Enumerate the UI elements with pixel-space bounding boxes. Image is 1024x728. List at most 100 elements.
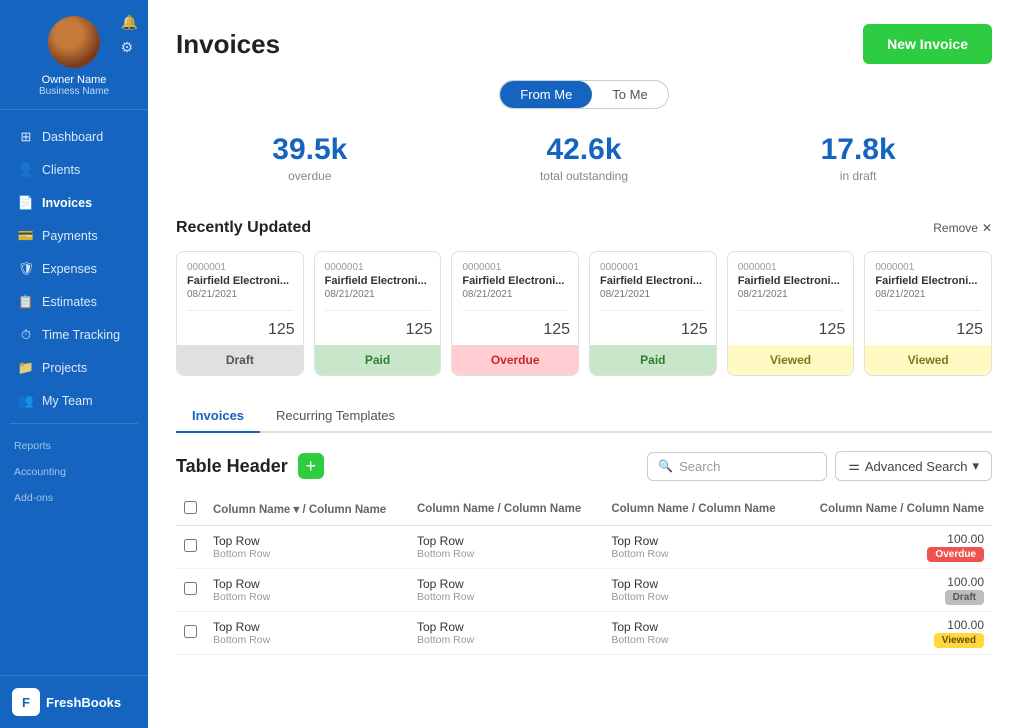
estimates-icon: 📋 [18,294,34,310]
filter-icon: ⚌ [848,458,860,474]
sidebar-item-label: Projects [42,361,87,375]
col3-bottom: Bottom Row [611,634,789,646]
status-badge: Overdue [927,547,984,562]
col-header-2: Column Name / Column Name [409,493,603,526]
page-header: Invoices New Invoice [176,24,992,64]
row-checkbox-cell[interactable] [176,612,205,655]
card-body: 0000001 Fairfield Electroni... 08/21/202… [452,252,578,321]
table-row: Top Row Bottom Row Top Row Bottom Row To… [176,612,992,655]
sidebar: 🔔 ⚙ Owner Name Business Name ⊞ Dashboard… [0,0,148,728]
card-divider [325,310,431,311]
sidebar-item-expenses[interactable]: 🛡 Expenses [4,253,144,285]
amount-cell: 100.00 Draft [798,569,992,612]
card-amount: 125 [590,321,716,345]
sidebar-item-dashboard[interactable]: ⊞ Dashboard [4,121,144,153]
sidebar-item-invoices[interactable]: 📄 Invoices [4,187,144,219]
card-body: 0000001 Fairfield Electroni... 08/21/202… [865,252,991,321]
invoice-cards-row: 0000001 Fairfield Electroni... 08/21/202… [176,251,992,376]
clients-icon: 👤 [18,162,34,178]
sidebar-section-reports[interactable]: Reports [0,430,148,456]
content-area: Invoices New Invoice From Me To Me 39.5k… [148,0,1024,728]
search-bar[interactable]: 🔍 Search [647,452,827,481]
new-invoice-button[interactable]: New Invoice [863,24,992,64]
invoice-card[interactable]: 0000001 Fairfield Electroni... 08/21/202… [176,251,304,376]
card-status: Viewed [865,345,991,375]
sidebar-nav: ⊞ Dashboard 👤 Clients 📄 Invoices 💳 Payme… [0,110,148,675]
recently-updated-header: Recently Updated Remove ✕ [176,219,992,237]
table-row: Top Row Bottom Row Top Row Bottom Row To… [176,526,992,569]
invoice-card[interactable]: 0000001 Fairfield Electroni... 08/21/202… [451,251,579,376]
sidebar-item-projects[interactable]: 📁 Projects [4,352,144,384]
card-amount: 125 [177,321,303,345]
stat-draft-value: 17.8k [821,133,896,167]
advanced-search-button[interactable]: ⚌ Advanced Search ▾ [835,451,992,481]
card-body: 0000001 Fairfield Electroni... 08/21/202… [728,252,854,321]
card-divider [875,310,981,311]
invoice-direction-toggle: From Me To Me [499,80,668,109]
sidebar-item-clients[interactable]: 👤 Clients [4,154,144,186]
col3-cell: Top Row Bottom Row [603,612,797,655]
table-header-row: Column Name ▾ / Column Name Column Name … [176,493,992,526]
row-checkbox[interactable] [184,625,197,638]
col3-top: Top Row [611,577,789,591]
avatar [48,16,100,68]
col2-bottom: Bottom Row [417,548,595,560]
stat-draft: 17.8k in draft [821,133,896,183]
settings-icon[interactable]: ⚙ [121,39,138,56]
status-badge: Draft [945,590,984,605]
sidebar-divider [10,423,138,424]
col3-top: Top Row [611,534,789,548]
advanced-search-label: Advanced Search [865,459,968,474]
card-date: 08/21/2021 [875,289,981,300]
sidebar-section-accounting[interactable]: Accounting [0,456,148,482]
tab-bar: Invoices Recurring Templates [176,400,992,433]
sidebar-item-payments[interactable]: 💳 Payments [4,220,144,252]
row-checkbox[interactable] [184,539,197,552]
select-all-checkbox[interactable] [184,501,197,514]
col2-bottom: Bottom Row [417,591,595,603]
col1-cell: Top Row Bottom Row [205,612,409,655]
col-header-1: Column Name ▾ / Column Name [205,493,409,526]
sidebar-section-addons[interactable]: Add-ons [0,482,148,508]
tab-recurring-templates[interactable]: Recurring Templates [260,400,411,431]
sidebar-item-my-team[interactable]: 👥 My Team [4,385,144,417]
card-date: 08/21/2021 [187,289,293,300]
sidebar-item-label: Time Tracking [42,328,120,342]
row-checkbox-cell[interactable] [176,569,205,612]
row-checkbox-cell[interactable] [176,526,205,569]
tab-invoices[interactable]: Invoices [176,400,260,433]
to-me-tab[interactable]: To Me [592,81,667,108]
table-body: Top Row Bottom Row Top Row Bottom Row To… [176,526,992,655]
freshbooks-text: FreshBooks [46,695,121,710]
col2-top: Top Row [417,577,595,591]
card-status: Paid [315,345,441,375]
invoice-card[interactable]: 0000001 Fairfield Electroni... 08/21/202… [589,251,717,376]
add-invoice-button[interactable]: + [298,453,324,479]
invoice-card[interactable]: 0000001 Fairfield Electroni... 08/21/202… [727,251,855,376]
from-me-tab[interactable]: From Me [500,81,592,108]
sidebar-item-time-tracking[interactable]: ⏱ Time Tracking [4,319,144,351]
sidebar-item-estimates[interactable]: 📋 Estimates [4,286,144,318]
col1-bottom: Bottom Row [213,548,401,560]
card-amount: 125 [865,321,991,345]
invoice-card[interactable]: 0000001 Fairfield Electroni... 08/21/202… [864,251,992,376]
row-checkbox[interactable] [184,582,197,595]
col2-cell: Top Row Bottom Row [409,569,603,612]
notification-icon[interactable]: 🔔 [121,14,138,31]
close-icon: ✕ [982,221,992,235]
card-date: 08/21/2021 [462,289,568,300]
card-divider [187,310,293,311]
card-amount: 125 [452,321,578,345]
search-icon: 🔍 [658,459,673,473]
amount-cell: 100.00 Overdue [798,526,992,569]
main: Invoices New Invoice From Me To Me 39.5k… [148,0,1024,728]
col1-cell: Top Row Bottom Row [205,569,409,612]
invoice-card[interactable]: 0000001 Fairfield Electroni... 08/21/202… [314,251,442,376]
remove-button[interactable]: Remove ✕ [933,221,992,235]
my-team-icon: 👥 [18,393,34,409]
col1-top: Top Row [213,534,401,548]
invoices-icon: 📄 [18,195,34,211]
sidebar-profile: 🔔 ⚙ Owner Name Business Name [0,0,148,110]
select-all-header[interactable] [176,493,205,526]
col1-top: Top Row [213,577,401,591]
